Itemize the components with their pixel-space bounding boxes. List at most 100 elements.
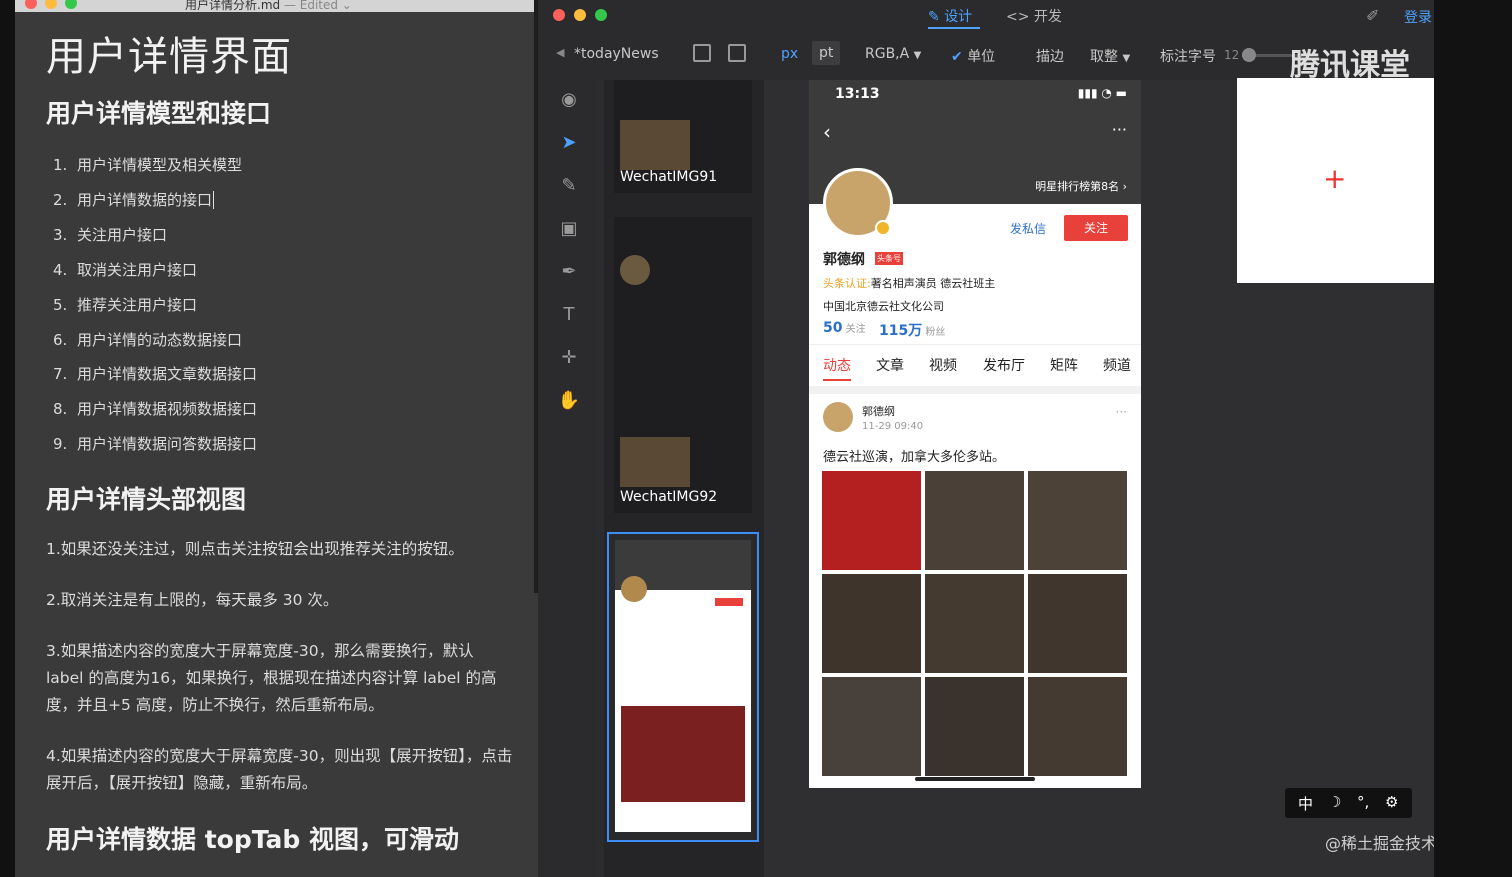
app-titlebar: ✎ 设计 <> 开发 ✐ 登录 <box>538 0 1434 30</box>
export-icon[interactable] <box>728 44 746 62</box>
thumb-follow-button <box>715 598 743 606</box>
post-photo[interactable] <box>925 677 1024 776</box>
zoom-window-icon[interactable] <box>65 0 77 9</box>
post-photo[interactable] <box>925 471 1024 570</box>
tab-develop[interactable]: <> 开发 <box>1006 6 1062 26</box>
artboard-label: WechatIMG92 <box>620 489 718 505</box>
following-stat[interactable]: 50 关注 <box>823 320 866 336</box>
post-photo[interactable] <box>1028 677 1127 776</box>
post-time: 11-29 09:40 <box>862 421 924 432</box>
hand-icon[interactable]: ✋ <box>555 387 583 415</box>
select-arrow-icon[interactable]: ➤ <box>555 129 583 157</box>
thumb-photos <box>621 706 745 802</box>
thumb-avatar <box>620 255 650 285</box>
inspect-icon[interactable]: ◉ <box>555 86 583 114</box>
private-message-button[interactable]: 发私信 <box>1010 220 1046 237</box>
artboard-label: WechatIMG91 <box>620 169 718 185</box>
minimize-window-icon[interactable] <box>45 0 57 9</box>
zoom-window-icon[interactable] <box>595 9 607 21</box>
post-avatar[interactable] <box>823 402 853 432</box>
post-photo[interactable] <box>822 471 921 570</box>
post-photo[interactable] <box>925 574 1024 673</box>
settings-icon[interactable]: ⚙ <box>1385 793 1398 811</box>
back-icon[interactable]: ‹ <box>823 120 831 144</box>
fans-stat[interactable]: 115万 粉丝 <box>879 320 945 340</box>
thumb-image <box>620 437 690 487</box>
section-gap <box>809 386 1141 394</box>
verify-line: 头条认证:著名相声演员 德云社班主 <box>823 277 996 290</box>
post-text: 德云社巡演，加拿大多伦多站。 <box>823 450 1006 465</box>
doc-paragraph: 4.如果描述内容的宽度大于屏幕宽度-30，则出现【展开按钮】，点击展开后，【展开… <box>46 747 513 792</box>
post-photo[interactable] <box>822 574 921 673</box>
tab-hall[interactable]: 发布厅 <box>983 355 1025 375</box>
back-arrow-icon[interactable]: ◀ <box>556 46 564 59</box>
artboard-thumb-selected[interactable]: WechatIMG93 <box>607 532 759 842</box>
crosshair-icon[interactable]: ✛ <box>555 344 583 372</box>
stroke-toggle[interactable]: 描边 <box>1036 46 1064 66</box>
unit-px-button[interactable]: px <box>781 46 798 62</box>
check-icon: ✔ <box>951 49 963 65</box>
post-photo[interactable] <box>1028 471 1127 570</box>
slice-icon[interactable]: ▣ <box>555 215 583 243</box>
project-name[interactable]: *todayNews <box>574 46 659 62</box>
post-author[interactable]: 郭德纲 <box>862 403 895 419</box>
tab-articles[interactable]: 文章 <box>876 355 904 375</box>
list-item: 5. 推荐关注用户接口 <box>53 296 198 314</box>
code-icon: <> <box>1006 9 1030 25</box>
add-artboard-card[interactable]: + <box>1237 78 1434 283</box>
input-method-bar: 中 ☽ °, ⚙ <box>1285 788 1412 818</box>
post-more-icon[interactable]: ··· <box>1116 405 1127 419</box>
tool-sidebar: ◉ ➤ ✎ ▣ ✒ T ✛ ✋ <box>538 80 598 877</box>
text-icon[interactable]: T <box>555 301 583 329</box>
verified-icon <box>875 220 891 236</box>
artboard-thumb[interactable]: WechatIMG91 <box>614 80 752 193</box>
unit-pt-button[interactable]: pt <box>812 41 841 65</box>
ruler-icon[interactable]: ✎ <box>555 172 583 200</box>
artboard-icon[interactable] <box>693 44 711 62</box>
list-item: 6. 用户详情的动态数据接口 <box>53 331 243 349</box>
list-item: 3. 关注用户接口 <box>53 226 168 244</box>
tab-design[interactable]: ✎ 设计 <box>928 6 972 26</box>
unit-checkbox[interactable]: ✔ 单位 <box>951 46 995 66</box>
punctuation-icon[interactable]: °, <box>1357 793 1369 811</box>
doc-paragraph: 1.如果还没关注过，则点击关注按钮会出现推荐关注的按钮。 <box>46 540 464 558</box>
chinese-input-icon[interactable]: 中 <box>1298 793 1313 814</box>
tab-matrix[interactable]: 矩阵 <box>1050 355 1078 375</box>
tab-dynamic[interactable]: 动态 <box>823 355 851 375</box>
markdown-editor: 用户详情分析.md — Edited ⌄ 用户详情界面 用户详情模型和接口 1.… <box>15 0 538 877</box>
follow-button[interactable]: 关注 <box>1064 215 1128 241</box>
rank-link[interactable]: 明星排行榜第8名 › <box>1035 178 1127 194</box>
color-format-select[interactable]: RGB,A ▼ <box>865 46 921 62</box>
artboard-thumb[interactable]: WechatIMG92 <box>614 217 752 513</box>
home-indicator <box>915 777 1035 781</box>
more-icon[interactable]: ··· <box>1112 120 1127 139</box>
toutiao-badge: 头条号 <box>875 252 903 265</box>
list-item: 9. 用户详情数据问答数据接口 <box>53 435 258 453</box>
divider <box>809 344 1141 345</box>
list-item: 8. 用户详情数据视频数据接口 <box>53 400 258 418</box>
tab-videos[interactable]: 视频 <box>929 355 957 375</box>
artboard-label: WechatIMG93 <box>615 816 713 832</box>
annotation-font-size: 12 <box>1224 48 1240 62</box>
minimize-window-icon[interactable] <box>574 9 586 21</box>
doc-heading-toptab: 用户详情数据 topTab 视图，可滑动 <box>46 825 460 854</box>
pencil-icon: ✎ <box>928 9 940 25</box>
moon-icon[interactable]: ☽ <box>1328 793 1341 811</box>
tab-indicator <box>823 379 851 381</box>
phone-artboard[interactable]: 13:13 ▮▮▮ ◔ ▬ ‹ ··· 明星排行榜第8名 › 发私信 关注 郭德… <box>809 80 1141 788</box>
doc-paragraph: 2.取消关注是有上限的，每天最多 30 次。 <box>46 591 339 609</box>
slider-handle[interactable] <box>1242 48 1256 62</box>
close-window-icon[interactable] <box>553 9 565 21</box>
doc-paragraph: 3.如果描述内容的宽度大于屏幕宽度-30，那么需要换行，默认 label 的高度… <box>46 642 497 714</box>
rounding-select[interactable]: 取整 ▼ <box>1090 46 1130 66</box>
plus-icon[interactable]: + <box>1323 162 1346 195</box>
login-link[interactable]: 登录 <box>1404 7 1432 27</box>
tab-channels[interactable]: 频道 <box>1103 355 1131 375</box>
post-photo[interactable] <box>1028 574 1127 673</box>
list-item: 1. 用户详情模型及相关模型 <box>53 156 243 174</box>
thumb-image <box>620 120 690 170</box>
post-photo[interactable] <box>822 677 921 776</box>
brush-icon[interactable]: ✐ <box>1366 6 1379 25</box>
close-window-icon[interactable] <box>25 0 37 9</box>
eyedropper-icon[interactable]: ✒ <box>555 258 583 286</box>
